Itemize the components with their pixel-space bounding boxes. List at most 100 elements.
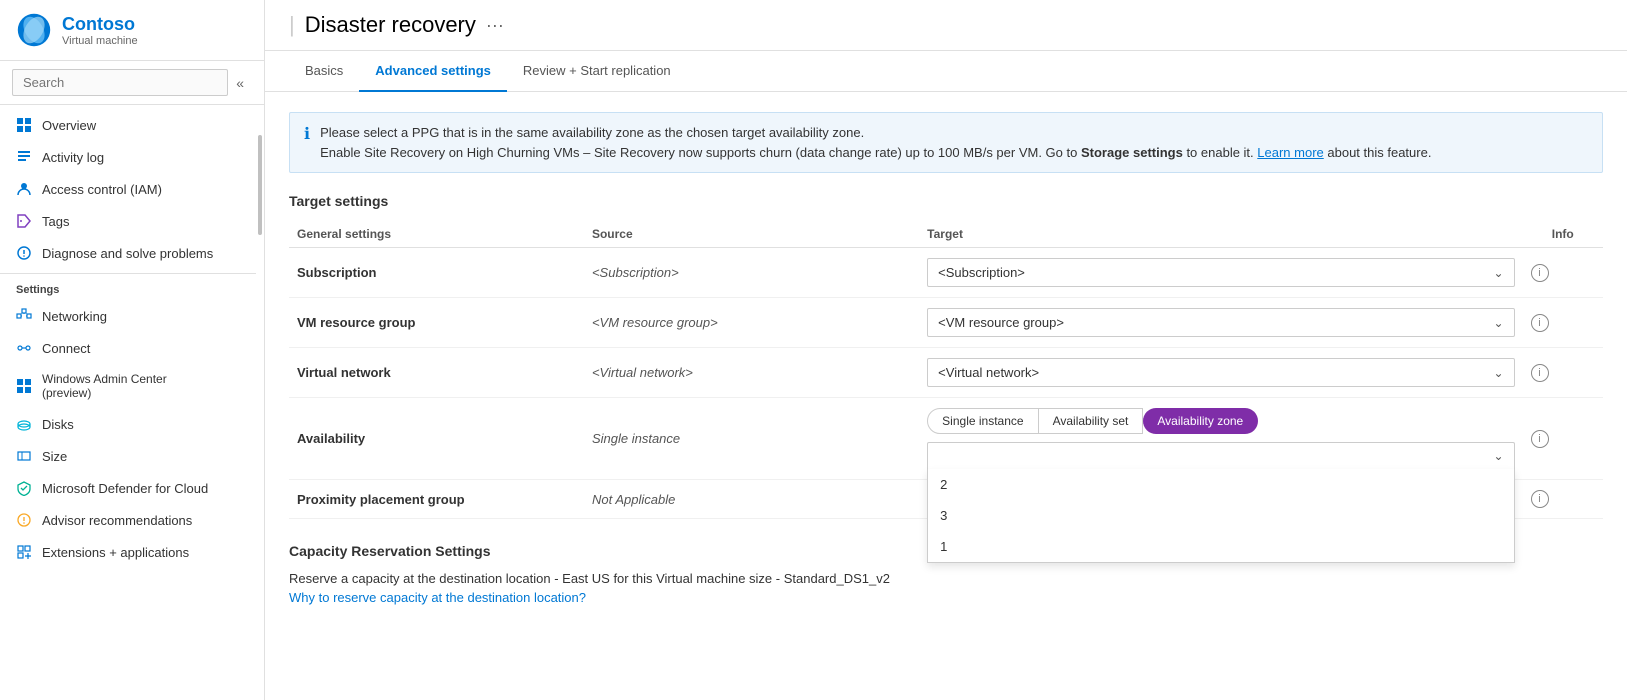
subscription-source: <Subscription>: [584, 248, 919, 298]
tabs-container: Basics Advanced settings Review + Start …: [265, 51, 1627, 92]
sidebar-collapse-button[interactable]: «: [228, 71, 252, 95]
app-logo: [16, 12, 52, 48]
virtual-network-label: Virtual network: [289, 348, 584, 398]
subscription-dropdown-chevron: ⌄: [1493, 266, 1503, 280]
disks-label: Disks: [42, 417, 74, 432]
main-content: | Disaster recovery ··· Basics Advanced …: [265, 0, 1627, 700]
sidebar: Contoso Virtual machine « Overview: [0, 0, 265, 700]
virtual-network-info-icon[interactable]: i: [1531, 364, 1549, 382]
access-control-icon: [16, 181, 32, 197]
sidebar-scrollbar: [258, 135, 262, 235]
vm-resource-group-label: VM resource group: [289, 298, 584, 348]
proximity-placement-group-info-cell: i: [1523, 480, 1603, 519]
search-input[interactable]: [12, 69, 228, 96]
availability-info-icon[interactable]: i: [1531, 430, 1549, 448]
row-subscription: Subscription <Subscription> <Subscriptio…: [289, 248, 1603, 298]
proximity-placement-group-info-icon[interactable]: i: [1531, 490, 1549, 508]
sidebar-item-access-control[interactable]: Access control (IAM): [0, 173, 256, 205]
more-options-button[interactable]: ···: [486, 15, 504, 36]
availability-zone-button[interactable]: Availability zone: [1143, 408, 1258, 434]
availability-zone-dropdown[interactable]: ⌄: [927, 442, 1514, 469]
advisor-label: Advisor recommendations: [42, 513, 192, 528]
vm-resource-group-dropdown-value: <VM resource group>: [938, 315, 1064, 330]
vm-resource-group-info-cell: i: [1523, 298, 1603, 348]
availability-target-cell: Single instance Availability set Availab…: [919, 398, 1522, 480]
subscription-target-cell: <Subscription> ⌄: [919, 248, 1522, 298]
col-header-info: Info: [1523, 221, 1603, 248]
col-header-target: Target: [919, 221, 1522, 248]
tab-advanced-settings[interactable]: Advanced settings: [359, 51, 507, 92]
sidebar-item-extensions[interactable]: Extensions + applications: [0, 536, 256, 568]
capacity-link[interactable]: Why to reserve capacity at the destinati…: [289, 590, 586, 605]
overview-icon: [16, 117, 32, 133]
sidebar-item-disks[interactable]: Disks: [0, 408, 256, 440]
sidebar-item-advisor[interactable]: Advisor recommendations: [0, 504, 256, 536]
subscription-dropdown[interactable]: <Subscription> ⌄: [927, 258, 1514, 287]
sidebar-item-activity-log[interactable]: Activity log: [0, 141, 256, 173]
defender-icon: [16, 480, 32, 496]
info-banner-icon: ℹ: [304, 124, 310, 162]
row-availability: Availability Single instance Single inst…: [289, 398, 1603, 480]
subscription-info-icon[interactable]: i: [1531, 264, 1549, 282]
tab-basics[interactable]: Basics: [289, 51, 359, 92]
overview-label: Overview: [42, 118, 96, 133]
availability-zone-option-2[interactable]: 2: [928, 469, 1513, 500]
sidebar-item-windows-admin[interactable]: Windows Admin Center(preview): [0, 364, 256, 408]
app-subtitle: Virtual machine: [62, 35, 138, 47]
col-header-source: Source: [584, 221, 919, 248]
defender-label: Microsoft Defender for Cloud: [42, 481, 208, 496]
virtual-network-info-cell: i: [1523, 348, 1603, 398]
row-virtual-network: Virtual network <Virtual network> <Virtu…: [289, 348, 1603, 398]
tab-review[interactable]: Review + Start replication: [507, 51, 687, 92]
virtual-network-dropdown[interactable]: <Virtual network> ⌄: [927, 358, 1514, 387]
vm-resource-group-source: <VM resource group>: [584, 298, 919, 348]
sidebar-item-connect[interactable]: Connect: [0, 332, 256, 364]
banner-storage-link[interactable]: Storage settings: [1081, 145, 1183, 160]
sidebar-item-defender[interactable]: Microsoft Defender for Cloud: [0, 472, 256, 504]
availability-zone-dropdown-list: 2 3 1: [927, 469, 1514, 563]
diagnose-icon: [16, 245, 32, 261]
banner-text3: to enable it.: [1183, 145, 1257, 160]
proximity-placement-group-source: Not Applicable: [584, 480, 919, 519]
networking-icon: [16, 308, 32, 324]
virtual-network-dropdown-chevron: ⌄: [1493, 366, 1503, 380]
connect-icon: [16, 340, 32, 356]
subscription-info-cell: i: [1523, 248, 1603, 298]
banner-line1: Please select a PPG that is in the same …: [320, 123, 1431, 143]
subscription-dropdown-value: <Subscription>: [938, 265, 1025, 280]
banner-line2: Enable Site Recovery on High Churning VM…: [320, 143, 1431, 163]
windows-admin-icon: [16, 378, 32, 394]
vm-resource-group-dropdown[interactable]: <VM resource group> ⌄: [927, 308, 1514, 337]
extensions-label: Extensions + applications: [42, 545, 189, 560]
capacity-description: Reserve a capacity at the destination lo…: [289, 571, 1603, 586]
banner-learn-more[interactable]: Learn more: [1257, 145, 1323, 160]
windows-admin-label: Windows Admin Center(preview): [42, 372, 167, 400]
sidebar-nav: Overview Activity log Access control (IA…: [0, 105, 264, 700]
availability-zone-option-1[interactable]: 1: [928, 531, 1513, 562]
sidebar-item-overview[interactable]: Overview: [0, 109, 256, 141]
sidebar-item-tags[interactable]: Tags: [0, 205, 256, 237]
main-header: | Disaster recovery ···: [265, 0, 1627, 51]
sidebar-item-networking[interactable]: Networking: [0, 300, 256, 332]
info-banner-text: Please select a PPG that is in the same …: [320, 123, 1431, 162]
availability-zone-option-3[interactable]: 3: [928, 500, 1513, 531]
vm-resource-group-info-icon[interactable]: i: [1531, 314, 1549, 332]
header-separator: |: [289, 12, 295, 38]
connect-label: Connect: [42, 341, 90, 356]
banner-text2: Enable Site Recovery on High Churning VM…: [320, 145, 1081, 160]
size-label: Size: [42, 449, 67, 464]
banner-text4: about this feature.: [1324, 145, 1432, 160]
disks-icon: [16, 416, 32, 432]
access-control-label: Access control (IAM): [42, 182, 162, 197]
size-icon: [16, 448, 32, 464]
sidebar-item-diagnose[interactable]: Diagnose and solve problems: [0, 237, 256, 269]
virtual-network-source: <Virtual network>: [584, 348, 919, 398]
target-settings-title: Target settings: [289, 193, 1603, 209]
vm-resource-group-target-cell: <VM resource group> ⌄: [919, 298, 1522, 348]
availability-single-instance-button[interactable]: Single instance: [927, 408, 1038, 434]
availability-set-button[interactable]: Availability set: [1039, 408, 1144, 434]
vm-resource-group-dropdown-chevron: ⌄: [1493, 316, 1503, 330]
virtual-network-dropdown-value: <Virtual network>: [938, 365, 1039, 380]
proximity-placement-group-label: Proximity placement group: [289, 480, 584, 519]
sidebar-item-size[interactable]: Size: [0, 440, 256, 472]
